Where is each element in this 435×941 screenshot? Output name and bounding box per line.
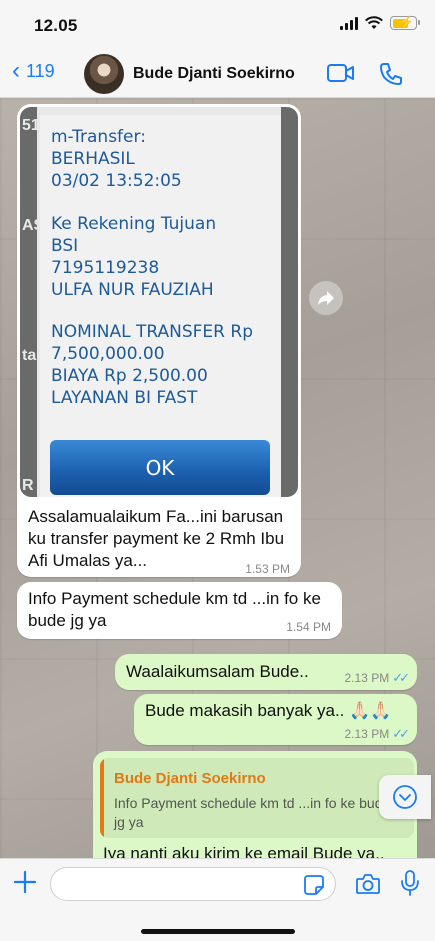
outgoing-message[interactable]: Waalaikumsalam Bude.. 2.13 PM ✓✓ (115, 654, 417, 690)
quoted-author: Bude Djanti Soekirno (114, 770, 266, 787)
receipt-line: 03/02 13:52:05 (51, 171, 182, 191)
message-time: 1.53 PM (245, 562, 290, 576)
incoming-image-message[interactable]: 51 AS ta R m-Transfer: BERHASIL 03/02 13… (17, 104, 301, 577)
receipt-line: NOMINAL TRANSFER Rp (51, 322, 253, 342)
plus-icon[interactable] (12, 869, 38, 895)
message-input[interactable] (50, 867, 336, 901)
wifi-icon (365, 16, 383, 29)
message-text: Iya nanti aku kirim ke email Bude ya.. (103, 844, 385, 858)
receipt-line: 7195119238 (51, 258, 160, 278)
battery-icon: ⚡ (390, 15, 420, 30)
cellular-signal-icon (340, 16, 358, 30)
sticker-icon[interactable] (303, 874, 325, 896)
forward-button[interactable] (309, 281, 343, 315)
status-icons: ⚡ (340, 15, 420, 30)
receipt-line: m-Transfer: (51, 127, 146, 147)
home-indicator (141, 929, 295, 934)
quoted-text: Info Payment schedule km td ...in fo ke … (114, 795, 391, 830)
receipt-line: 7,500,000.00 (51, 344, 165, 364)
status-time: 12.05 (34, 16, 78, 35)
message-time: 2.13 PM ✓✓ (344, 670, 410, 685)
chevron-left-icon: ‹ (12, 57, 20, 84)
receipt-line: LAYANAN BI FAST (51, 388, 198, 408)
scroll-to-bottom-button[interactable] (379, 775, 431, 819)
transfer-receipt-image[interactable]: 51 AS ta R m-Transfer: BERHASIL 03/02 13… (20, 107, 298, 497)
outgoing-message[interactable]: Bude makasih banyak ya.. 🙏🏻🙏🏻 2.13 PM ✓✓ (134, 694, 417, 745)
phone-call-icon[interactable] (378, 61, 404, 87)
chat-header: ‹ 119 Bude Djanti Soekirno (0, 50, 435, 98)
unread-count: 119 (26, 60, 55, 81)
read-receipt-icon: ✓✓ (392, 726, 410, 741)
message-text: Waalaikumsalam Bude.. (126, 662, 309, 681)
input-bar (0, 858, 435, 941)
microphone-icon[interactable] (400, 869, 420, 897)
message-time: 1.54 PM (286, 620, 331, 634)
receipt-line: Ke Rekening Tujuan (51, 214, 217, 234)
chat-area[interactable]: 51 AS ta R m-Transfer: BERHASIL 03/02 13… (0, 98, 435, 858)
receipt-line: ULFA NUR FAUZIAH (51, 280, 214, 300)
message-time: 2.13 PM ✓✓ (344, 726, 410, 741)
quoted-message[interactable]: Bude Djanti Soekirno Info Payment schedu… (100, 758, 414, 838)
read-receipt-icon: ✓✓ (392, 670, 410, 685)
receipt-dialog: m-Transfer: BERHASIL 03/02 13:52:05 Ke R… (40, 115, 281, 497)
receipt-line: BERHASIL (51, 149, 135, 169)
message-text: Info Payment schedule km td ...in fo ke … (28, 589, 321, 630)
avatar[interactable] (84, 54, 124, 94)
status-bar: 12.05 ⚡ (0, 0, 435, 50)
video-call-icon[interactable] (326, 61, 356, 85)
chevron-down-icon (393, 785, 417, 809)
receipt-line: BSI (51, 236, 79, 256)
back-button[interactable]: ‹ 119 (12, 57, 55, 84)
outgoing-reply-message[interactable]: Bude Djanti Soekirno Info Payment schedu… (93, 751, 417, 858)
message-text: Bude makasih banyak ya.. 🙏🏻🙏🏻 (145, 701, 392, 720)
receipt-line: BIAYA Rp 2,500.00 (51, 366, 208, 386)
receipt-ok-button: OK (50, 440, 270, 495)
incoming-message[interactable]: Info Payment schedule km td ...in fo ke … (17, 582, 342, 639)
contact-name[interactable]: Bude Djanti Soekirno (133, 65, 295, 83)
camera-icon[interactable] (355, 872, 381, 896)
forward-icon (318, 291, 334, 305)
